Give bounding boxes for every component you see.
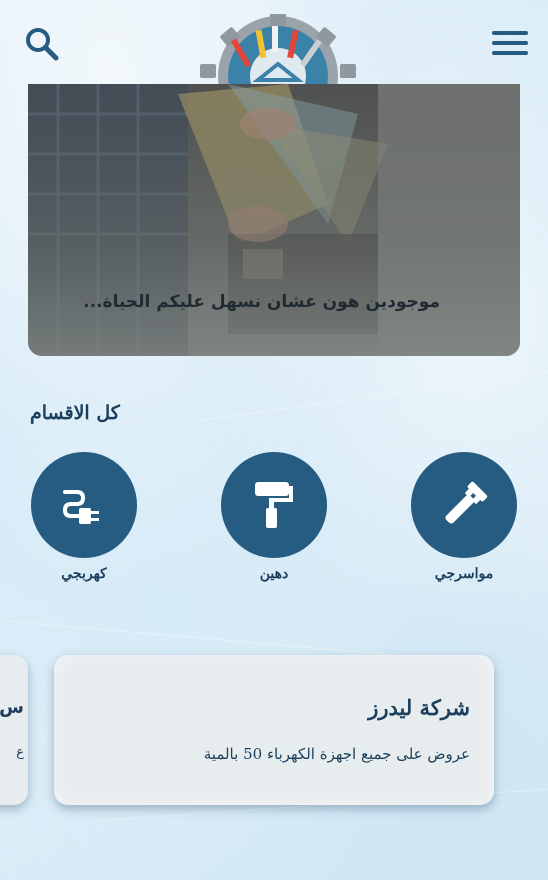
offer-card-description: عروض على جميع اجهزة الكهرباء 50 بالمية	[203, 745, 470, 763]
category-painter[interactable]: دهين	[220, 452, 328, 582]
top-bar	[0, 0, 548, 86]
category-circle	[31, 452, 137, 558]
search-icon	[26, 28, 59, 61]
menu-button[interactable]	[490, 26, 530, 60]
section-title: كل الاقسام	[30, 402, 120, 424]
hamburger-menu-icon	[492, 31, 528, 55]
hero-caption: موجودين هون عشان نسهل عليكم الحياة...	[83, 292, 440, 312]
category-plumber[interactable]: مواسرجي	[410, 452, 518, 582]
category-label: كهربجي	[61, 566, 107, 582]
paper-crease	[0, 620, 419, 658]
paint-roller-icon	[255, 482, 293, 528]
search-button[interactable]	[22, 24, 62, 64]
offer-card-title: س	[0, 697, 24, 718]
app-logo	[196, 14, 360, 86]
category-label: دهين	[259, 566, 289, 582]
category-electrician[interactable]: كهربجي	[30, 452, 138, 582]
offer-card[interactable]: شركة ليدرز عروض على جميع اجهزة الكهرباء …	[54, 655, 494, 805]
electric-plug-icon	[62, 490, 99, 524]
category-circle	[221, 452, 327, 558]
hero-photo	[28, 84, 520, 356]
category-circle	[411, 452, 517, 558]
hero-banner[interactable]: موجودين هون عشان نسهل عليكم الحياة...	[28, 84, 520, 356]
category-label: مواسرجي	[434, 566, 494, 582]
pipe-wrench-icon	[445, 481, 488, 524]
offer-card-previous[interactable]: س ع	[0, 655, 28, 805]
offer-card-description: ع	[16, 745, 24, 760]
offer-card-title: شركة ليدرز	[368, 695, 470, 720]
paper-crease	[199, 369, 548, 421]
